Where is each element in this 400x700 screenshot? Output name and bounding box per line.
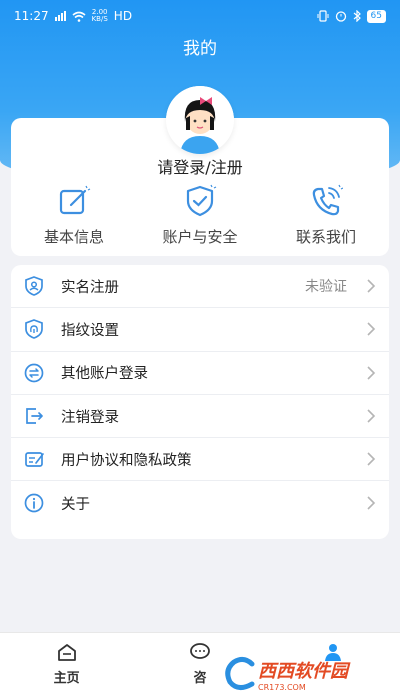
settings-menu: 实名注册 未验证 指纹设置 其他账户登录 注销登录 用户协议和隐私政策 关于 <box>11 265 389 539</box>
switch-account-icon <box>24 363 44 383</box>
menu-item-label: 其他账户登录 <box>61 366 148 383</box>
chevron-right-icon <box>367 409 376 423</box>
quick-action-label: 联系我们 <box>295 228 356 246</box>
login-register-link[interactable]: 请登录/注册 <box>11 154 389 178</box>
id-shield-icon <box>25 276 43 297</box>
chat-icon <box>190 643 210 659</box>
tab-mine[interactable] <box>267 633 400 700</box>
shield-check-icon <box>186 184 217 217</box>
menu-item-label: 指纹设置 <box>61 322 119 339</box>
quick-actions: 基本信息 账户与安全 联系我们 <box>11 184 389 247</box>
battery-indicator: 65 <box>366 9 386 23</box>
tab-consult[interactable]: 咨 <box>133 633 266 700</box>
network-type: HD <box>113 9 133 23</box>
chevron-right-icon <box>367 322 376 337</box>
chevron-right-icon <box>367 366 376 380</box>
status-time: 11:27 <box>14 9 49 23</box>
signal-icon <box>54 11 66 21</box>
menu-item-about[interactable]: 关于 <box>11 481 389 524</box>
status-bar: 11:27 2.00 KB/S HD 65 <box>0 0 400 32</box>
quick-action-label: 基本信息 <box>43 228 104 246</box>
menu-item-label: 关于 <box>61 496 90 513</box>
fingerprint-shield-icon <box>25 319 43 340</box>
menu-item-label: 用户协议和隐私政策 <box>61 452 192 469</box>
quick-action-basic-info[interactable]: 基本信息 <box>19 184 129 247</box>
menu-item-fingerprint[interactable]: 指纹设置 <box>11 308 389 352</box>
chevron-right-icon <box>367 496 376 510</box>
avatar[interactable] <box>166 86 234 154</box>
menu-item-other-account[interactable]: 其他账户登录 <box>11 352 389 395</box>
edit-icon <box>59 185 91 215</box>
alarm-icon <box>335 11 346 22</box>
tab-label: 主页 <box>53 671 80 686</box>
menu-item-logout[interactable]: 注销登录 <box>11 395 389 439</box>
info-icon <box>24 493 44 513</box>
bottom-tab-bar: 主页 咨 <box>0 632 400 700</box>
tab-home[interactable]: 主页 <box>0 633 133 700</box>
menu-item-agreement[interactable]: 用户协议和隐私政策 <box>11 438 389 482</box>
user-icon <box>325 644 342 661</box>
network-speed: 2.00 KB/S <box>91 8 108 23</box>
home-icon <box>57 644 76 661</box>
agreement-icon <box>25 452 44 468</box>
verification-status: 未验证 <box>305 279 347 296</box>
wifi-icon <box>72 11 86 22</box>
phone-icon <box>312 184 343 216</box>
bluetooth-icon <box>353 10 361 22</box>
quick-action-label: 账户与安全 <box>162 228 238 246</box>
logout-icon <box>26 408 43 424</box>
menu-item-label: 实名注册 <box>61 279 119 296</box>
menu-item-real-name[interactable]: 实名注册 未验证 <box>11 265 389 309</box>
quick-action-contact-us[interactable]: 联系我们 <box>271 184 381 247</box>
vibrate-icon <box>317 10 329 22</box>
chevron-right-icon <box>367 279 376 293</box>
avatar-girl-icon <box>166 86 234 154</box>
chevron-right-icon <box>367 452 376 466</box>
tab-label: 咨 <box>193 671 207 686</box>
menu-item-label: 注销登录 <box>61 409 119 426</box>
page-title: 我的 <box>183 39 217 59</box>
quick-action-account-security[interactable]: 账户与安全 <box>145 184 255 247</box>
